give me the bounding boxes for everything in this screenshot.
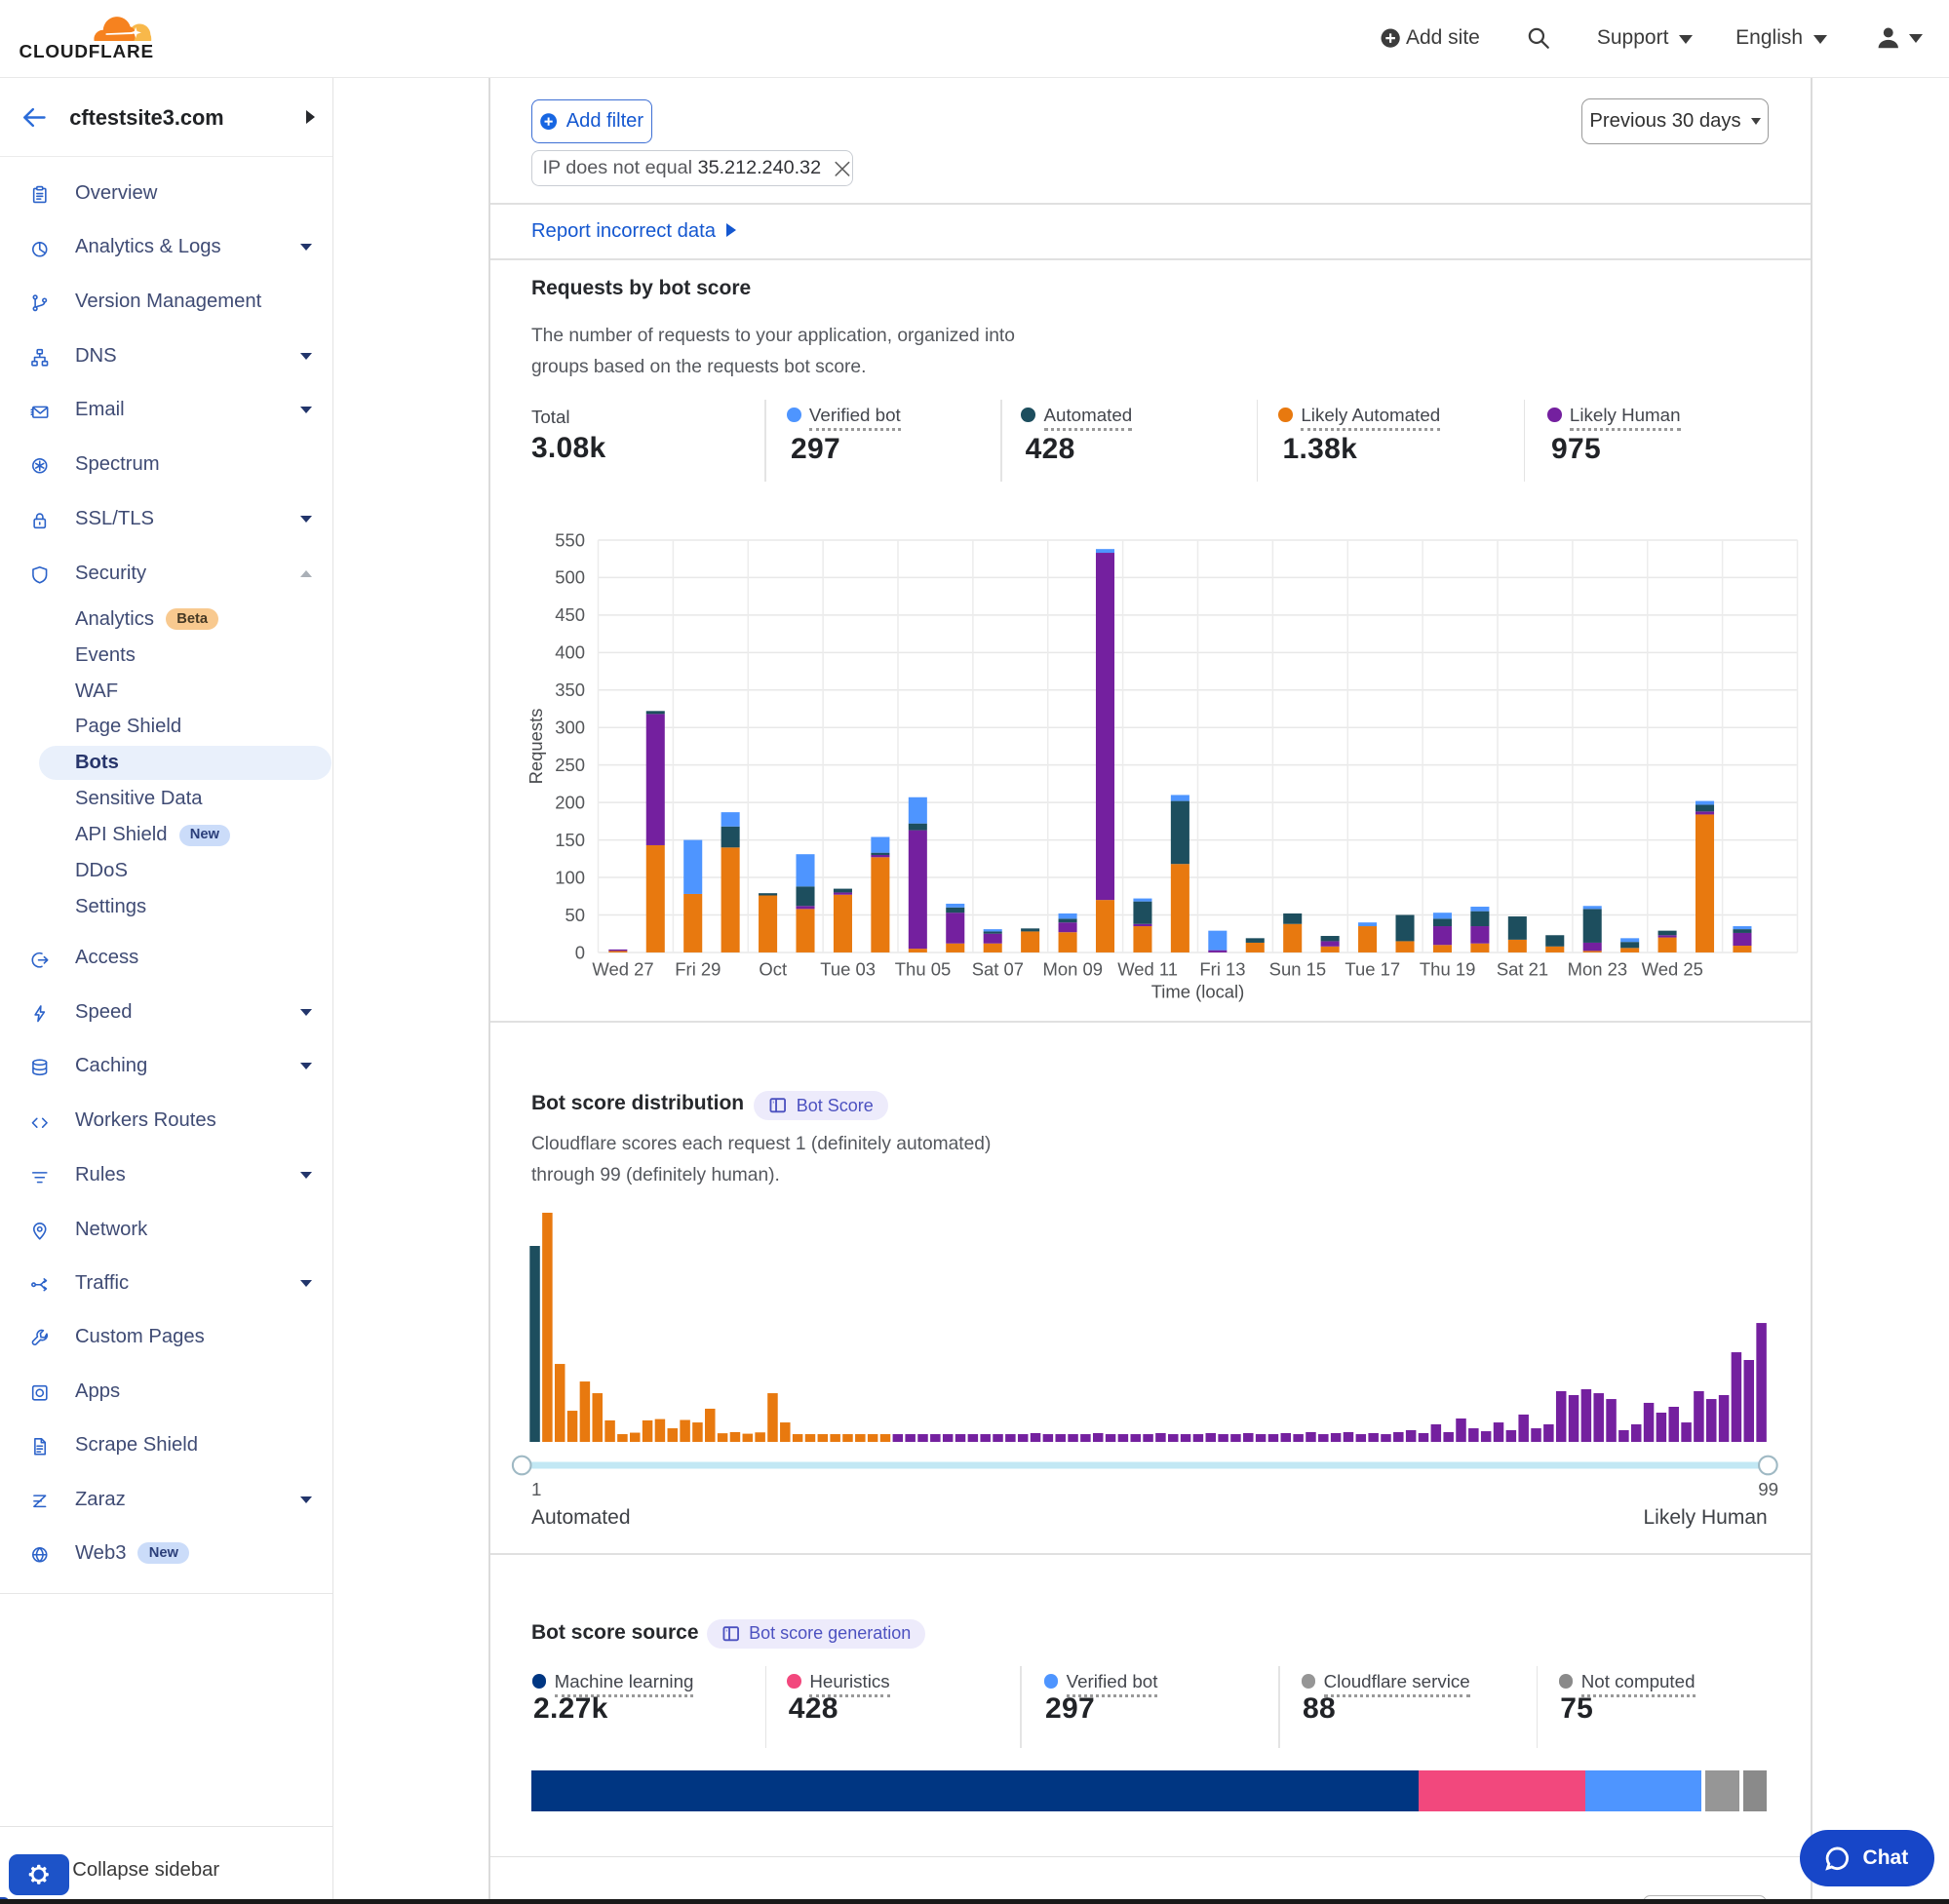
svg-text:500: 500	[556, 567, 586, 588]
svg-text:Thu 19: Thu 19	[1420, 959, 1475, 980]
svg-text:Time (local): Time (local)	[1151, 981, 1245, 1001]
svg-text:Sat 21: Sat 21	[1497, 959, 1548, 980]
svg-text:Wed 11: Wed 11	[1118, 959, 1179, 980]
svg-text:Mon 23: Mon 23	[1568, 959, 1628, 980]
svg-text:200: 200	[556, 792, 586, 812]
svg-text:450: 450	[556, 604, 586, 625]
svg-text:Wed 27: Wed 27	[593, 959, 654, 980]
svg-text:Thu 05: Thu 05	[895, 959, 951, 980]
svg-text:400: 400	[556, 642, 586, 663]
svg-text:Tue 03: Tue 03	[821, 959, 877, 980]
svg-text:Sat 07: Sat 07	[972, 959, 1024, 980]
svg-text:Tue 17: Tue 17	[1345, 959, 1401, 980]
svg-text:100: 100	[556, 867, 586, 887]
svg-text:Oct: Oct	[760, 959, 788, 980]
svg-text:Requests: Requests	[526, 708, 546, 784]
svg-text:Fri 29: Fri 29	[676, 959, 721, 980]
svg-text:Wed 25: Wed 25	[1642, 959, 1703, 980]
svg-text:250: 250	[556, 755, 586, 775]
svg-text:Fri 13: Fri 13	[1200, 959, 1246, 980]
svg-text:Sun 15: Sun 15	[1269, 959, 1326, 980]
svg-text:50: 50	[565, 905, 586, 925]
svg-text:150: 150	[556, 830, 586, 850]
svg-text:550: 550	[556, 529, 586, 550]
svg-text:Mon 09: Mon 09	[1043, 959, 1104, 980]
svg-text:300: 300	[556, 718, 586, 738]
svg-text:0: 0	[575, 942, 585, 962]
svg-text:350: 350	[556, 680, 586, 700]
